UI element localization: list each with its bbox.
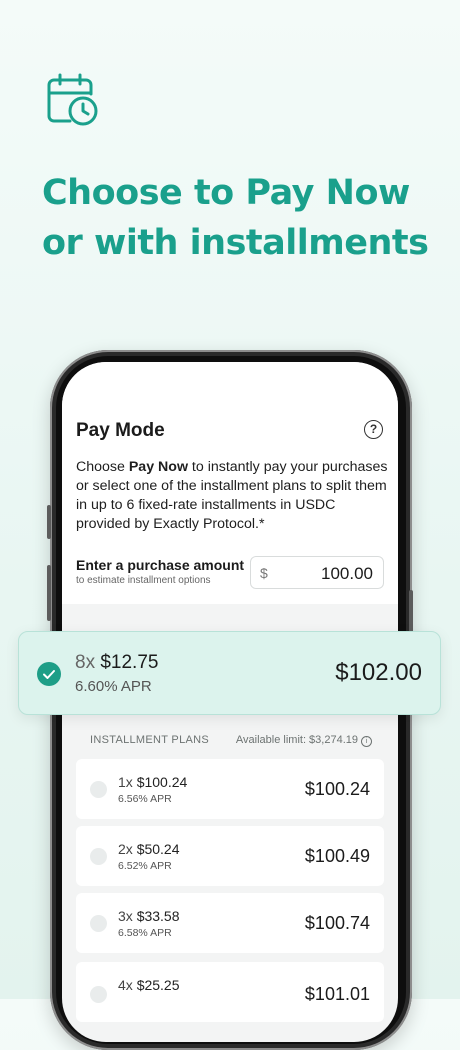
phone-side-button (47, 505, 51, 539)
headline-line-1: Choose to Pay Now (42, 173, 410, 213)
currency-symbol: $ (260, 565, 268, 581)
available-limit-text: Available limit: $3,274.19 (235, 734, 358, 746)
headline: Choose to Pay Now or with installments (42, 168, 442, 268)
desc-text-1: Choose (76, 459, 129, 475)
plan-installment: $100.24 (136, 774, 188, 790)
selected-total: $102.00 (335, 659, 422, 686)
info-icon[interactable]: i (361, 736, 372, 747)
plan-installment: $50.24 (136, 841, 180, 857)
installment-plan-option[interactable]: 1x $100.24 6.56% APR $100.24 (76, 759, 384, 819)
plan-multiplier: 2x (118, 841, 133, 857)
desc-bold: Pay Now (128, 459, 188, 475)
phone-side-button (47, 565, 51, 621)
plan-installment: $33.58 (136, 908, 180, 924)
radio-button[interactable] (90, 781, 107, 798)
plan-total: $101.01 (304, 984, 370, 1004)
radio-button[interactable] (90, 986, 107, 1003)
plan-multiplier: 4x (118, 977, 133, 993)
available-limit: Available limit: $3,274.19 i (236, 734, 372, 747)
pay-mode-panel: Pay Mode ? Choose Pay Now to instantly p… (62, 362, 398, 604)
plan-apr: 6.52% APR (118, 860, 172, 872)
radio-button[interactable] (90, 915, 107, 932)
plan-total: $100.49 (304, 846, 370, 866)
amount-sublabel: to estimate installment options (76, 575, 211, 586)
amount-value: 100.00 (321, 564, 373, 583)
purchase-amount-input[interactable]: $ 100.00 (250, 556, 384, 589)
selected-installment-plan[interactable]: 8x $12.75 6.60% APR $102.00 (18, 631, 441, 715)
installment-plan-option[interactable]: 3x $33.58 6.58% APR $100.74 (76, 893, 384, 953)
help-icon[interactable]: ? (364, 420, 383, 439)
radio-button[interactable] (90, 848, 107, 865)
installment-plan-option[interactable]: 4x $25.25 $101.01 (76, 962, 384, 1022)
selected-multiplier: 8x (75, 652, 96, 673)
selected-installment: $12.75 (100, 652, 159, 673)
plan-total: $100.24 (304, 779, 370, 799)
pay-mode-description: Choose Pay Now to instantly pay your pur… (76, 458, 388, 534)
plan-apr: 6.56% APR (118, 793, 172, 805)
check-icon (37, 662, 61, 686)
selected-apr: 6.60% APR (75, 678, 152, 695)
plan-multiplier: 3x (118, 908, 133, 924)
page-title: Pay Mode (76, 420, 165, 441)
installment-plan-option[interactable]: 2x $50.24 6.52% APR $100.49 (76, 826, 384, 886)
plan-multiplier: 1x (118, 774, 133, 790)
plan-apr: 6.58% APR (118, 927, 172, 939)
plan-installment: $25.25 (136, 977, 180, 993)
headline-line-2: or with installments (42, 223, 429, 263)
plan-total: $100.74 (304, 913, 370, 933)
amount-label: Enter a purchase amount (76, 557, 245, 573)
installment-plans-header: INSTALLMENT PLANS (90, 734, 210, 746)
calendar-clock-icon (47, 73, 98, 126)
